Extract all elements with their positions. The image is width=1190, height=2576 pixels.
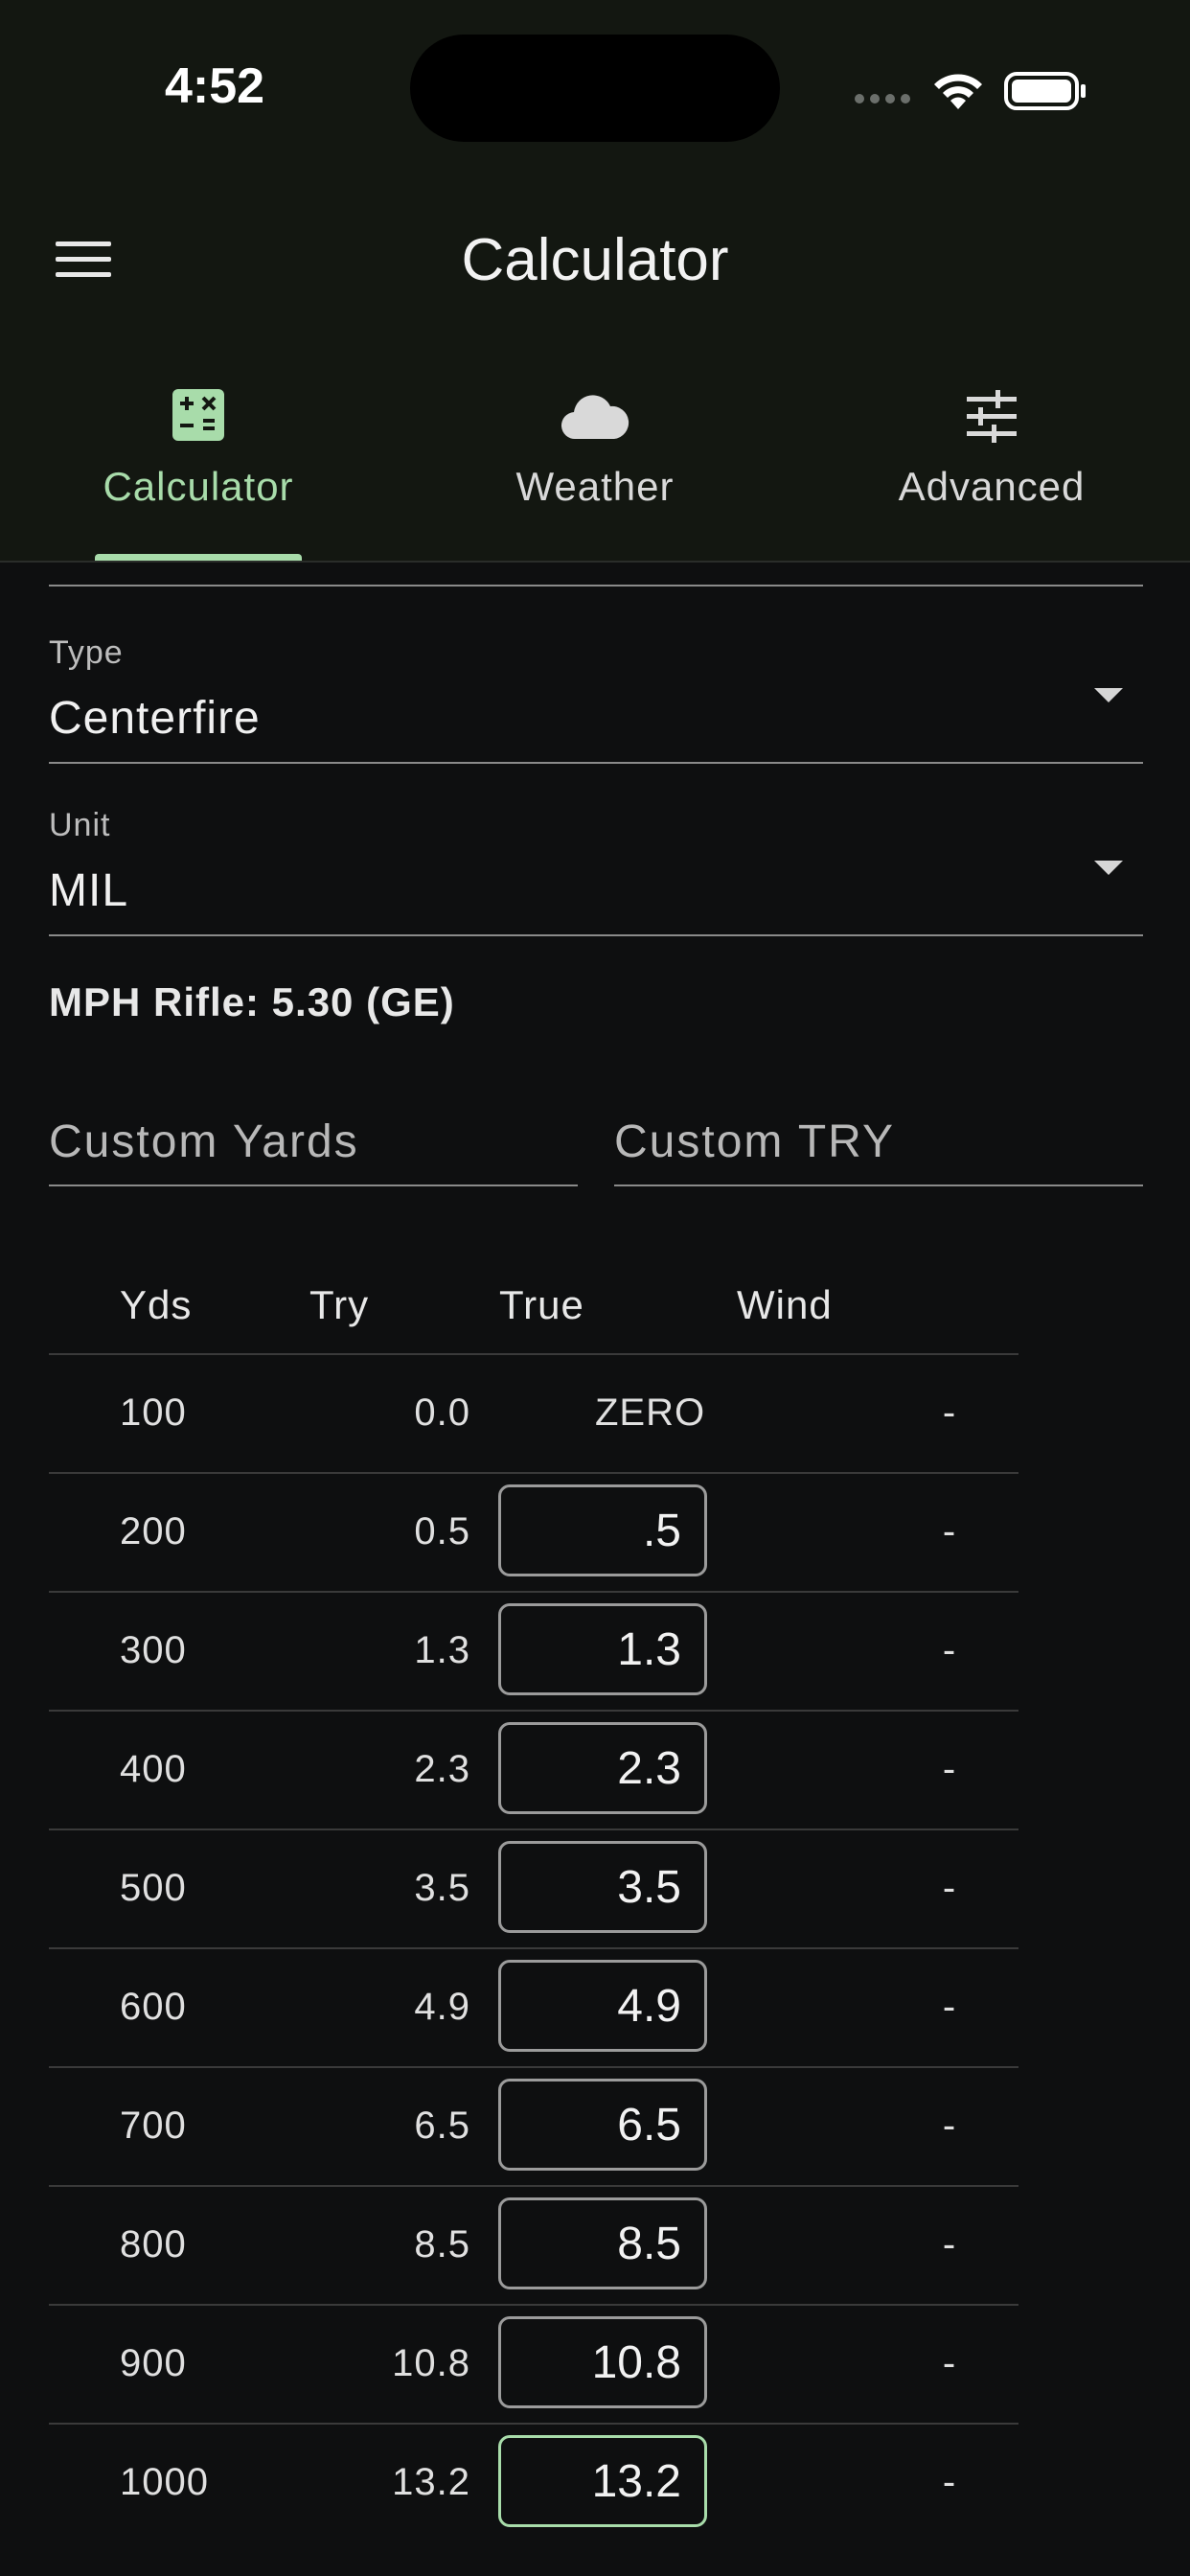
wind-cell: - (942, 1392, 957, 1434)
wind-cell: - (942, 2461, 957, 2503)
try-cell: 4.9 (414, 1986, 470, 2028)
dope-table: Yds Try True Wind 100 0.0 ZERO - 200 0.5… (49, 1265, 1018, 2542)
calculator-icon (172, 389, 224, 441)
try-cell: 3.5 (414, 1867, 470, 1909)
tab-calculator[interactable]: Calculator (0, 364, 397, 562)
true-input[interactable] (498, 1841, 707, 1933)
sliders-icon (967, 390, 1017, 443)
table-row: 300 1.3 - (49, 1593, 1018, 1712)
try-cell: 10.8 (392, 2342, 470, 2384)
table-row: 200 0.5 - (49, 1474, 1018, 1593)
divider (0, 561, 1190, 563)
yds-cell: 600 (120, 1986, 187, 2028)
tab-advanced[interactable]: Advanced (793, 364, 1190, 562)
wind-cell: - (942, 1629, 957, 1671)
true-input[interactable] (498, 2079, 707, 2171)
custom-try-input[interactable] (614, 1098, 1143, 1186)
table-row: 100 0.0 ZERO - (49, 1355, 1018, 1474)
unit-underline (49, 934, 1143, 936)
try-cell: 1.3 (414, 1629, 470, 1671)
try-cell: 2.3 (414, 1748, 470, 1790)
true-input[interactable] (498, 2197, 707, 2289)
type-value: Centerfire (49, 693, 261, 744)
true-input[interactable] (498, 2316, 707, 2408)
yds-cell: 1000 (120, 2461, 209, 2503)
cloud-icon (561, 395, 629, 440)
cellular-signal-icon (855, 94, 910, 104)
tab-label: Advanced (898, 464, 1086, 509)
try-cell: 0.5 (414, 1510, 470, 1552)
wifi-icon (934, 74, 982, 109)
dropdown-arrow-icon (1094, 688, 1123, 702)
dynamic-island (410, 34, 780, 142)
try-cell: 8.5 (414, 2223, 470, 2266)
table-row: 600 4.9 - (49, 1949, 1018, 2068)
yds-cell: 200 (120, 1510, 187, 1552)
table-row: 500 3.5 - (49, 1830, 1018, 1949)
true-input[interactable] (498, 1603, 707, 1695)
true-input[interactable] (498, 1484, 707, 1576)
try-cell: 0.0 (414, 1392, 470, 1434)
table-row: 900 10.8 - (49, 2306, 1018, 2425)
header-try: Try (309, 1282, 370, 1327)
header-wind: Wind (737, 1282, 833, 1327)
header-yds: Yds (120, 1282, 193, 1327)
type-underline (49, 762, 1143, 764)
dropdown-arrow-icon (1094, 861, 1123, 875)
table-header: Yds Try True Wind (49, 1265, 1018, 1355)
yds-cell: 100 (120, 1392, 187, 1434)
unit-label: Unit (49, 807, 111, 843)
try-cell: 6.5 (414, 2104, 470, 2147)
wind-cell: - (942, 2104, 957, 2147)
rifle-info-text: MPH Rifle: 5.30 (GE) (49, 979, 455, 1024)
top-app-bar: 4:52 Calculator Calculator Weather Advan… (0, 0, 1190, 563)
wind-cell: - (942, 2223, 957, 2266)
yds-cell: 900 (120, 2342, 187, 2384)
table-row: 700 6.5 - (49, 2068, 1018, 2187)
wind-cell: - (942, 1986, 957, 2028)
page-title: Calculator (461, 227, 729, 293)
tab-weather[interactable]: Weather (397, 364, 793, 562)
header-true: True (499, 1282, 584, 1327)
wind-cell: - (942, 2342, 957, 2384)
previous-field-underline (49, 585, 1143, 586)
true-zero-cell: ZERO (595, 1392, 706, 1434)
type-label: Type (49, 634, 124, 671)
try-cell: 13.2 (392, 2461, 470, 2503)
unit-value: MIL (49, 865, 129, 916)
tab-label: Calculator (103, 464, 294, 509)
yds-cell: 800 (120, 2223, 187, 2266)
table-row: 1000 13.2 - (49, 2425, 1018, 2542)
true-input[interactable] (498, 1722, 707, 1814)
yds-cell: 700 (120, 2104, 187, 2147)
wind-cell: - (942, 1867, 957, 1909)
custom-yards-input[interactable] (49, 1098, 578, 1186)
tab-bar: Calculator Weather Advanced (0, 364, 1190, 562)
battery-icon (1004, 72, 1086, 110)
yds-cell: 500 (120, 1867, 187, 1909)
yds-cell: 300 (120, 1629, 187, 1671)
status-time: 4:52 (165, 58, 265, 114)
wind-cell: - (942, 1510, 957, 1552)
table-row: 800 8.5 - (49, 2187, 1018, 2306)
yds-cell: 400 (120, 1748, 187, 1790)
true-input[interactable] (498, 2435, 707, 2527)
wind-cell: - (942, 1748, 957, 1790)
true-input[interactable] (498, 1960, 707, 2052)
table-row: 400 2.3 - (49, 1712, 1018, 1830)
tab-label: Weather (515, 464, 675, 509)
